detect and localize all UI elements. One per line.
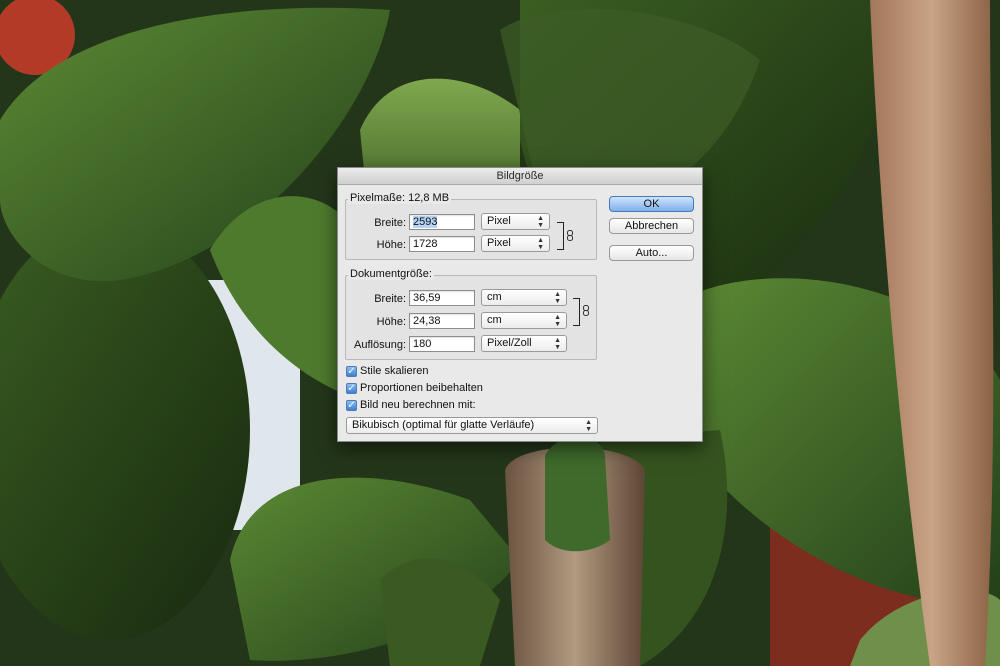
pixel-height-unit-select[interactable]: Pixel ▲ ▼: [481, 235, 550, 252]
pixel-width-label: Breite:: [374, 217, 406, 229]
resample-method-select[interactable]: Bikubisch (optimal für glatte Verläufe) …: [346, 417, 598, 434]
resolution-field[interactable]: 180: [409, 336, 475, 352]
cancel-button[interactable]: Abbrechen: [609, 218, 694, 234]
resample-label[interactable]: Bild neu berechnen mit:: [360, 399, 476, 411]
checkmark-icon: ✓: [347, 400, 356, 411]
pixel-width-value: 2593: [413, 216, 438, 228]
pixel-link-bracket: [557, 222, 564, 250]
up-down-arrows-icon: ▲ ▼: [537, 215, 544, 229]
document-size-title: Dokumentgröße:: [348, 268, 434, 280]
resolution-unit-value: Pixel/Zoll: [487, 337, 532, 349]
scale-styles-checkbox[interactable]: ✓: [346, 366, 357, 377]
checkmark-icon: ✓: [347, 366, 356, 377]
doc-width-label: Breite:: [374, 293, 406, 305]
doc-width-value: 36,59: [413, 292, 441, 304]
resolution-value: 180: [413, 338, 432, 350]
doc-width-field[interactable]: 36,59: [409, 290, 475, 306]
ok-button[interactable]: OK: [609, 196, 694, 212]
doc-width-unit-select[interactable]: cm ▲ ▼: [481, 289, 567, 306]
pixel-height-value: 1728: [413, 238, 438, 250]
up-down-arrows-icon: ▲ ▼: [554, 314, 561, 328]
doc-link-bracket: [573, 298, 580, 326]
up-down-arrows-icon: ▲ ▼: [585, 419, 592, 433]
doc-height-unit-select[interactable]: cm ▲ ▼: [481, 312, 567, 329]
checkmark-icon: ✓: [347, 383, 356, 394]
constrain-proportions-label[interactable]: Proportionen beibehalten: [360, 382, 483, 394]
doc-height-unit-value: cm: [487, 314, 502, 326]
chain-link-icon: [567, 230, 573, 241]
resample-checkbox[interactable]: ✓: [346, 400, 357, 411]
scale-styles-label[interactable]: Stile skalieren: [360, 365, 428, 377]
doc-height-field[interactable]: 24,38: [409, 313, 475, 329]
resolution-label: Auflösung:: [354, 339, 406, 351]
dialog-title[interactable]: Bildgröße: [338, 168, 702, 185]
chain-link-icon: [583, 305, 589, 316]
resolution-unit-select[interactable]: Pixel/Zoll ▲ ▼: [481, 335, 567, 352]
constrain-proportions-checkbox[interactable]: ✓: [346, 383, 357, 394]
doc-height-value: 24,38: [413, 315, 441, 327]
image-size-dialog: Bildgröße Pixelmaße: 12,8 MB Breite: 259…: [337, 167, 703, 442]
pixel-height-label: Höhe:: [376, 239, 406, 251]
doc-height-label: Höhe:: [376, 316, 406, 328]
pixel-width-unit-select[interactable]: Pixel ▲ ▼: [481, 213, 550, 230]
pixel-dimensions-title: Pixelmaße: 12,8 MB: [348, 192, 452, 204]
up-down-arrows-icon: ▲ ▼: [537, 237, 544, 251]
up-down-arrows-icon: ▲ ▼: [554, 337, 561, 351]
doc-width-unit-value: cm: [487, 291, 502, 303]
pixel-height-unit-value: Pixel: [487, 237, 511, 249]
pixel-width-field[interactable]: 2593: [409, 214, 475, 230]
pixel-width-unit-value: Pixel: [487, 215, 511, 227]
pixel-height-field[interactable]: 1728: [409, 236, 475, 252]
up-down-arrows-icon: ▲ ▼: [554, 291, 561, 305]
auto-button[interactable]: Auto...: [609, 245, 694, 261]
resample-method-value: Bikubisch (optimal für glatte Verläufe): [352, 419, 535, 431]
